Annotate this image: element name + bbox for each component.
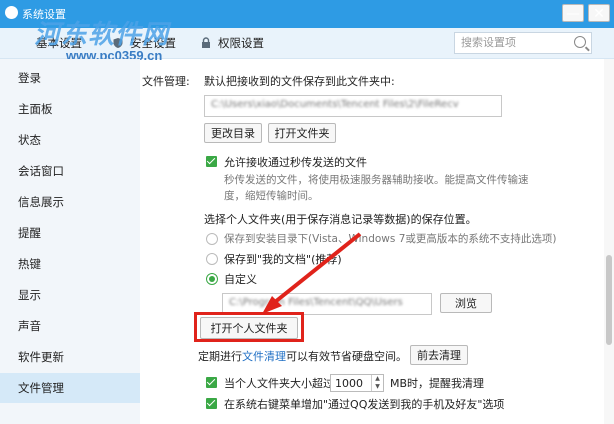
context-menu-checkbox[interactable] xyxy=(206,398,217,409)
option-my-docs-label: 保存到"我的文档"(推荐) xyxy=(224,253,342,266)
file-management-panel: 文件管理: 默认把接收到的文件保存到此文件夹中: C:\Users\xiao\D… xyxy=(140,59,604,424)
size-limit-suffix: MB时，提醒我清理 xyxy=(390,377,485,390)
qq-app-icon xyxy=(5,6,18,19)
allow-flash-checkbox[interactable] xyxy=(206,156,217,167)
watermark-logo: 河东软件网 xyxy=(34,20,170,50)
sidebar-item-login[interactable]: 登录 xyxy=(0,63,140,93)
highlight-box xyxy=(194,312,304,342)
sidebar-item-hotkey[interactable]: 热键 xyxy=(0,249,140,279)
open-folder-button[interactable]: 打开文件夹 xyxy=(268,123,336,143)
browse-button[interactable]: 浏览 xyxy=(440,293,492,313)
cleanup-prefix: 定期进行 xyxy=(198,350,242,363)
radio-install-dir[interactable] xyxy=(206,233,218,245)
sidebar-item-info-display[interactable]: 信息展示 xyxy=(0,187,140,217)
close-button[interactable]: ✕ xyxy=(588,4,610,22)
section-label-file-management: 文件管理: xyxy=(142,75,190,88)
stepper-arrows-icon[interactable]: ▲ ▼ xyxy=(371,375,383,391)
sidebar-item-reminder[interactable]: 提醒 xyxy=(0,218,140,248)
sidebar-item-main-panel[interactable]: 主面板 xyxy=(0,94,140,124)
sidebar-item-status[interactable]: 状态 xyxy=(0,125,140,155)
option-install-dir-label: 保存到安装目录下(Vista、Windows 7或更高版本的系统不支持此选项) xyxy=(224,233,557,245)
size-limit-prefix: 当个人文件夹大小超过 xyxy=(224,377,334,390)
sidebar-item-software-update[interactable]: 软件更新 xyxy=(0,342,140,372)
settings-sidebar: 登录 主面板 状态 会话窗口 信息展示 提醒 热键 显示 声音 软件更新 文件管… xyxy=(0,59,140,424)
radio-my-documents[interactable] xyxy=(206,253,218,265)
allow-flash-desc-1: 秒传发送的文件，将使用极速服务器辅助接收。能提高文件传输速 xyxy=(224,174,529,186)
personal-folder-title: 选择个人文件夹(用于保存消息记录等数据)的保存位置。 xyxy=(204,213,477,226)
tab-label-permission: 权限设置 xyxy=(218,36,264,50)
sidebar-item-display[interactable]: 显示 xyxy=(0,280,140,310)
search-icon[interactable] xyxy=(574,36,586,48)
allow-flash-label: 允许接收通过秒传发送的文件 xyxy=(224,156,367,169)
minimize-button[interactable]: — xyxy=(562,4,584,22)
radio-custom[interactable] xyxy=(206,273,218,285)
size-limit-checkbox[interactable] xyxy=(206,377,217,388)
settings-search-box[interactable] xyxy=(454,32,592,54)
context-menu-label: 在系统右键菜单增加"通过QQ发送到我的手机及好友"选项 xyxy=(224,398,505,411)
allow-flash-desc-2: 度，缩短传输时间。 xyxy=(224,190,319,202)
change-directory-button[interactable]: 更改目录 xyxy=(204,123,262,143)
tab-permission-settings[interactable]: 权限设置 xyxy=(200,34,264,52)
file-cleanup-link[interactable]: 文件清理 xyxy=(242,350,286,363)
default-save-text: 默认把接收到的文件保存到此文件夹中: xyxy=(204,75,395,88)
sidebar-item-file-management[interactable]: 文件管理 xyxy=(0,373,140,403)
size-limit-value[interactable]: 1000 xyxy=(335,377,363,390)
size-limit-stepper[interactable]: 1000 ▲ ▼ xyxy=(330,374,384,392)
go-cleanup-button[interactable]: 前去清理 xyxy=(410,345,468,365)
sidebar-item-chat-window[interactable]: 会话窗口 xyxy=(0,156,140,186)
cleanup-suffix: 可以有效节省硬盘空间。 xyxy=(286,350,407,363)
scrollbar-thumb[interactable] xyxy=(606,255,612,345)
default-path-value: C:\Users\xiao\Documents\Tencent Files\2\… xyxy=(211,99,459,110)
cleanup-text: 定期进行文件清理可以有效节省硬盘空间。 xyxy=(198,348,407,364)
custom-path-value: C:\Program Files\Tencent\QQ\Users xyxy=(229,297,403,308)
default-path-field[interactable]: C:\Users\xiao\Documents\Tencent Files\2\… xyxy=(204,95,502,117)
option-custom-label: 自定义 xyxy=(224,273,257,286)
settings-search-input[interactable] xyxy=(455,33,571,51)
sidebar-item-sound[interactable]: 声音 xyxy=(0,311,140,341)
lock-icon xyxy=(202,37,210,48)
content-scrollbar[interactable] xyxy=(604,59,614,424)
